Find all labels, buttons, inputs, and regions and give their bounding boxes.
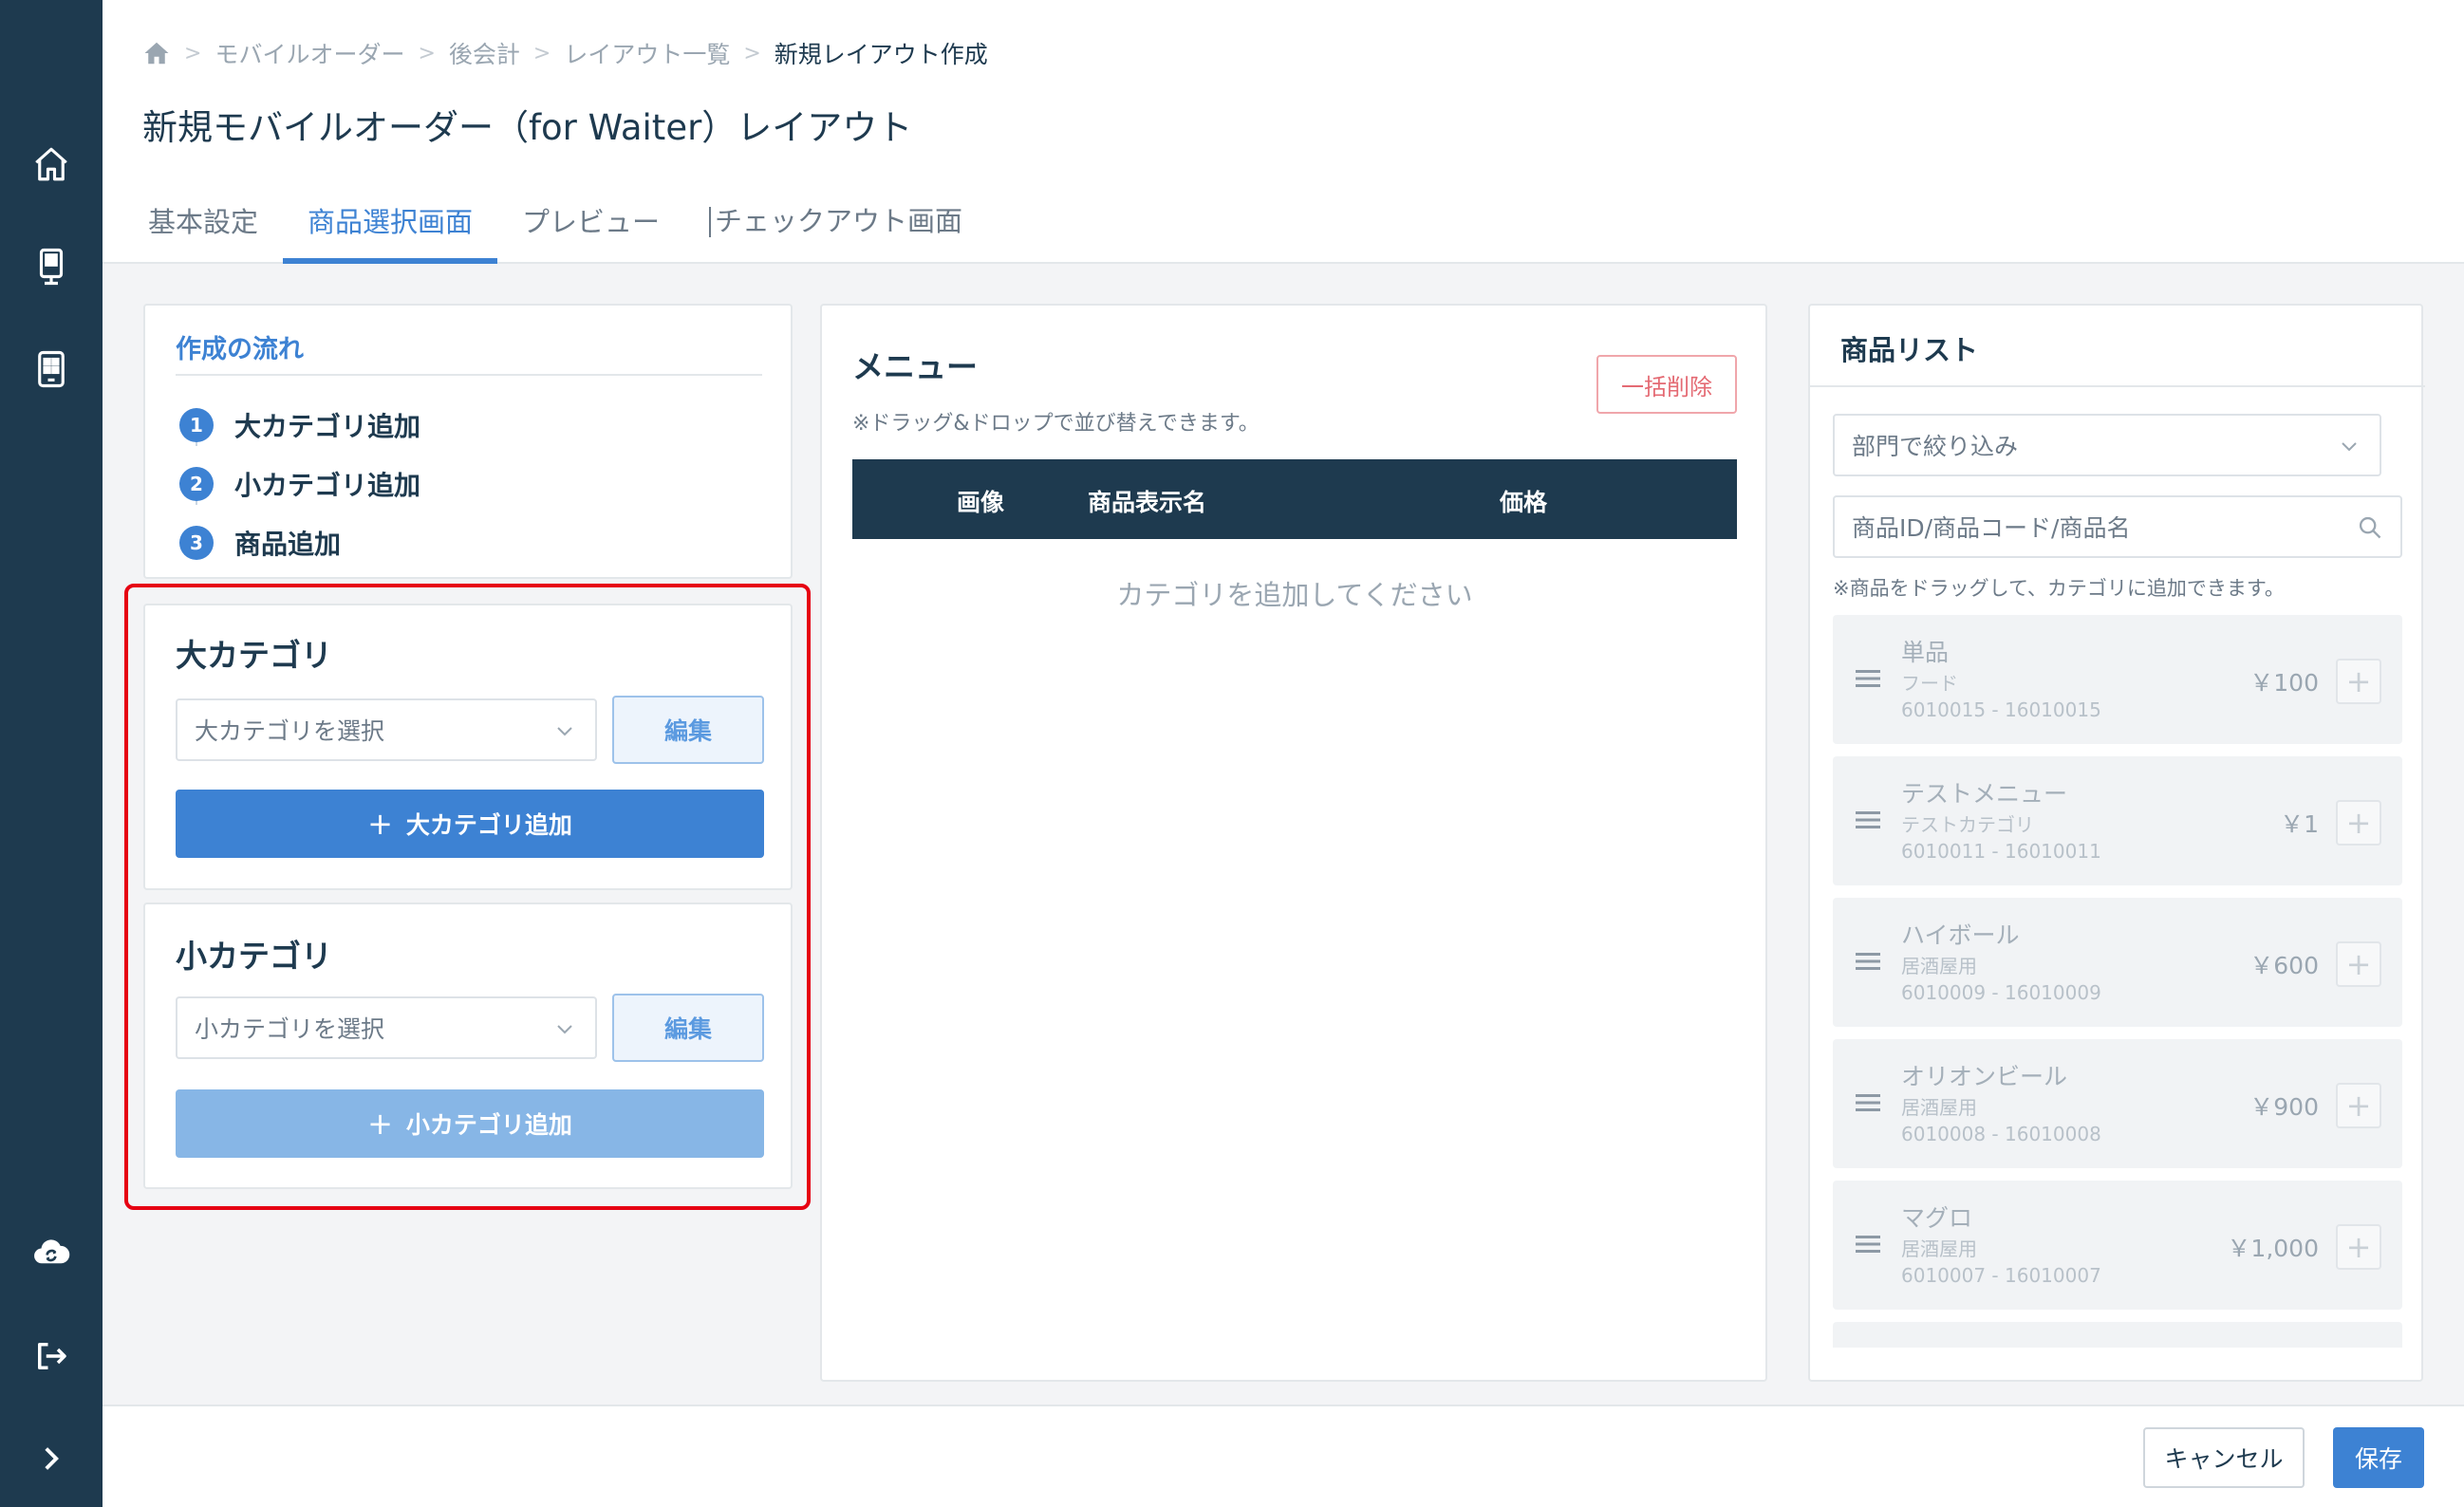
department-filter-value: 部門で絞り込み [1852, 433, 2019, 460]
product-code: 6010009 - 16010009 [1901, 981, 2101, 1004]
tab-preview[interactable]: プレビュー [497, 195, 684, 264]
highlight-frame [124, 584, 811, 1210]
product-name: テストメニュー [1901, 780, 2068, 808]
footer-bar: キャンセル 保存 [103, 1405, 2464, 1507]
drag-handle-icon[interactable] [1856, 1234, 1880, 1255]
product-list-card: 商品リスト 部門で絞り込み 商品ID/商品コード/商品名 ※商品をドラッグして、… [1808, 304, 2425, 1382]
tab-basic-settings[interactable]: 基本設定 [123, 195, 283, 264]
product-name: マグロ [1901, 1204, 1973, 1232]
creation-flow-card: 作成の流れ 1 大カテゴリ追加 2 小カテゴリ追加 3 商品追加 [143, 304, 793, 579]
product-category: 居酒屋用 [1901, 1096, 1977, 1119]
breadcrumb-item[interactable]: モバイルオーダー [215, 36, 404, 70]
menu-empty-message: カテゴリを追加してください [1116, 579, 1473, 611]
breadcrumb: > モバイルオーダー > 後会計 > レイアウト一覧 > 新規レイアウト作成 [142, 36, 988, 70]
product-list: 単品 フード 6010015 - 16010015 ￥100 + テストメニュー… [1833, 615, 2402, 1348]
tablet-order-icon[interactable] [28, 243, 75, 290]
add-product-button[interactable]: + [2336, 659, 2381, 704]
breadcrumb-home-icon[interactable] [142, 39, 171, 67]
breadcrumb-separator-icon: > [532, 41, 551, 65]
step-number: 3 [179, 526, 214, 560]
divider [176, 374, 762, 376]
tab-product-selection[interactable]: 商品選択画面 [283, 195, 498, 264]
sidebar [0, 0, 103, 1507]
product-item-partial[interactable] [1833, 1322, 2402, 1348]
product-category: テストカテゴリ [1901, 813, 2034, 836]
department-filter-select[interactable]: 部門で絞り込み [1833, 414, 2381, 476]
product-name: 単品 [1901, 639, 1950, 666]
menu-card: メニュー 一括削除 ※ドラッグ&ドロップで並び替えできます。 画像 商品表示名 … [820, 304, 1767, 1382]
search-icon [2359, 516, 2381, 539]
add-product-button[interactable]: + [2336, 941, 2381, 987]
step-label: 大カテゴリ追加 [234, 411, 421, 442]
add-product-button[interactable]: + [2336, 800, 2381, 846]
logout-icon[interactable] [28, 1332, 75, 1380]
drag-handle-icon[interactable] [1856, 809, 1880, 830]
home-icon[interactable] [28, 140, 75, 188]
column-header-image: 画像 [957, 489, 1005, 516]
product-item[interactable]: マグロ 居酒屋用 6010007 - 16010007 ￥1,000 + [1833, 1181, 2402, 1310]
flow-step: 1 大カテゴリ追加 [179, 406, 420, 444]
save-button[interactable]: 保存 [2333, 1427, 2424, 1488]
page-title: 新規モバイルオーダー（for Waiter）レイアウト [142, 107, 913, 148]
column-header-name: 商品表示名 [1088, 489, 1207, 516]
product-category: 居酒屋用 [1901, 955, 1977, 977]
flow-step: 2 小カテゴリ追加 [179, 465, 420, 503]
flow-step: 3 商品追加 [179, 524, 341, 562]
menu-table-header: 画像 商品表示名 価格 [852, 459, 1737, 539]
product-item[interactable]: ハイボール 居酒屋用 6010009 - 16010009 ￥600 + [1833, 898, 2402, 1027]
product-name: オリオンビール [1901, 1063, 2068, 1090]
product-search-placeholder: 商品ID/商品コード/商品名 [1852, 514, 2131, 542]
product-category: 居酒屋用 [1901, 1237, 1977, 1260]
cancel-button[interactable]: キャンセル [2143, 1427, 2305, 1488]
product-price: ￥1,000 [2227, 1235, 2319, 1262]
product-item[interactable]: 単品 フード 6010015 - 16010015 ￥100 + [1833, 615, 2402, 744]
product-code: 6010008 - 16010008 [1901, 1123, 2101, 1145]
chevron-right-icon[interactable] [28, 1435, 75, 1482]
add-product-button[interactable]: + [2336, 1083, 2381, 1128]
column-header-price: 価格 [1500, 489, 1548, 516]
product-price: ￥900 [2249, 1093, 2319, 1121]
breadcrumb-current: 新規レイアウト作成 [774, 41, 988, 68]
menu-note: ※ドラッグ&ドロップで並び替えできます。 [852, 412, 1260, 436]
product-list-note: ※商品をドラッグして、カテゴリに追加できます。 [1833, 577, 2285, 600]
drag-handle-icon[interactable] [1856, 1092, 1880, 1113]
tab-checkout[interactable]: チェックアウト画面 [709, 207, 987, 237]
breadcrumb-item[interactable]: 後会計 [449, 36, 520, 70]
product-price: ￥600 [2249, 952, 2319, 979]
page-header: > モバイルオーダー > 後会計 > レイアウト一覧 > 新規レイアウト作成 新… [103, 0, 2464, 264]
step-label: 小カテゴリ追加 [234, 470, 421, 501]
drag-handle-icon[interactable] [1856, 951, 1880, 972]
bulk-delete-button[interactable]: 一括削除 [1596, 355, 1737, 414]
step-label: 商品追加 [234, 529, 342, 560]
chevron-down-icon [2342, 442, 2357, 452]
tab-bar: 基本設定 商品選択画面 プレビュー チェックアウト画面 [123, 195, 987, 264]
flow-title: 作成の流れ [176, 335, 304, 364]
product-code: 6010015 - 16010015 [1901, 698, 2101, 721]
product-item[interactable]: オリオンビール 居酒屋用 6010008 - 16010008 ￥900 + [1833, 1039, 2402, 1168]
product-list-title: 商品リスト [1840, 334, 1979, 366]
breadcrumb-separator-icon: > [184, 41, 202, 65]
mobile-order-icon[interactable] [28, 345, 75, 393]
divider [1810, 385, 2425, 387]
add-product-button[interactable]: + [2336, 1224, 2381, 1270]
step-number: 2 [179, 467, 214, 501]
product-code: 6010007 - 16010007 [1901, 1264, 2101, 1287]
menu-title: メニュー [852, 348, 978, 385]
step-number: 1 [179, 408, 214, 442]
product-name: ハイボール [1901, 921, 2020, 949]
product-category: フード [1901, 672, 1958, 695]
cloud-sync-icon[interactable] [28, 1228, 75, 1275]
product-price: ￥1 [2280, 810, 2319, 838]
product-item[interactable]: テストメニュー テストカテゴリ 6010011 - 16010011 ￥1 + [1833, 756, 2402, 885]
product-search-input[interactable]: 商品ID/商品コード/商品名 [1833, 495, 2402, 558]
breadcrumb-item[interactable]: レイアウト一覧 [564, 36, 730, 70]
breadcrumb-separator-icon: > [418, 41, 436, 65]
drag-handle-icon[interactable] [1856, 668, 1880, 689]
breadcrumb-separator-icon: > [743, 41, 761, 65]
product-price: ￥100 [2249, 669, 2319, 697]
product-code: 6010011 - 16010011 [1901, 840, 2101, 863]
